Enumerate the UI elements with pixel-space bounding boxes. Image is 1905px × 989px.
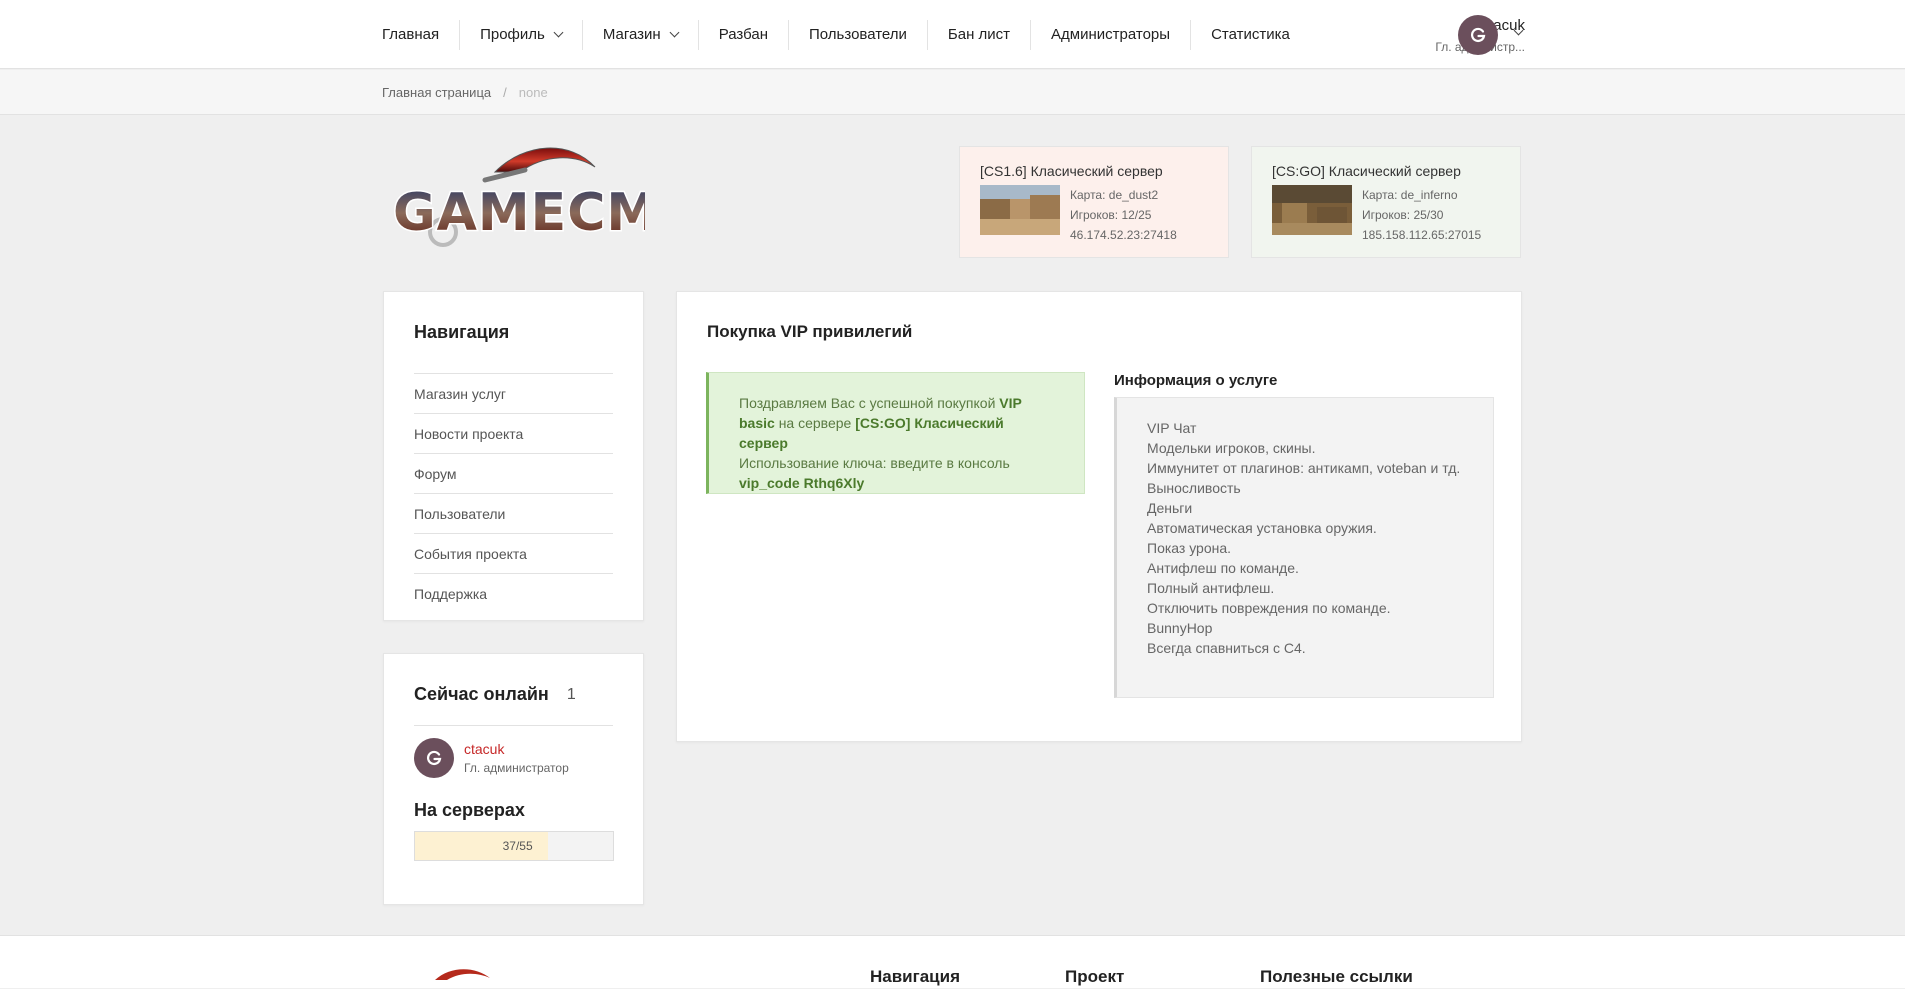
server-address[interactable]: 46.174.52.23:27418	[1070, 225, 1177, 245]
user-g-icon	[427, 750, 442, 766]
info-item: Полный антифлеш.	[1147, 580, 1275, 596]
breadcrumb-separator: /	[503, 85, 507, 100]
info-title: Информация о услуге	[1114, 372, 1278, 389]
breadcrumb-current: none	[518, 85, 548, 100]
nav-users-label: Пользователи	[809, 26, 907, 43]
nav-banlist[interactable]: Бан лист	[928, 19, 1032, 50]
sidebar-item-events[interactable]: События проекта	[414, 534, 613, 574]
breadcrumb-bar: Главная страница / none	[0, 70, 1905, 115]
nav-stats[interactable]: Статистика	[1191, 20, 1310, 50]
progress-text: 37/55	[502, 839, 533, 853]
sidebar-list: Магазин услуг Новости проекта Форум Поль…	[414, 373, 613, 614]
user-g-icon	[1471, 27, 1486, 43]
server-card-csgo[interactable]: [CS:GO] Класический сервер Карта: de_inf…	[1251, 146, 1521, 258]
nav-home-label: Главная	[382, 26, 440, 43]
avatar[interactable]	[1458, 15, 1498, 55]
sidebar-item-news[interactable]: Новости проекта	[414, 414, 613, 454]
online-count: 1	[566, 685, 576, 703]
online-title: Сейчас онлайн	[414, 684, 549, 704]
online-user-name[interactable]: ctacuk	[464, 741, 569, 757]
info-item: Всегда спавниться с С4.	[1147, 640, 1306, 656]
success-text-2: на сервере	[774, 415, 856, 431]
avatar[interactable]	[414, 738, 454, 778]
breadcrumb-home[interactable]: Главная страница	[382, 85, 491, 100]
top-navbar: Главная Профиль Магазин Разбан Пользоват…	[0, 0, 1905, 69]
info-item: VIP Чат	[1147, 420, 1197, 436]
servers-progress-bar: 37/55	[414, 831, 614, 861]
sidebar-navigation: Навигация Магазин услуг Новости проекта …	[383, 291, 644, 621]
nav-profile-label: Профиль	[480, 26, 545, 43]
site-logo[interactable]: GAMECMS	[385, 142, 645, 262]
online-user[interactable]: ctacuk Гл. администратор	[414, 738, 613, 778]
info-item: BunnyHop	[1147, 620, 1213, 636]
servers-title: На серверах	[414, 800, 525, 820]
nav-unban-label: Разбан	[718, 26, 768, 43]
footer-nav-title: Навигация	[870, 967, 960, 986]
map-thumbnail	[980, 185, 1060, 235]
server-players: Игроков: 12/25	[1070, 208, 1152, 222]
footer-logo[interactable]	[385, 966, 525, 989]
sidebar-item-shop[interactable]: Магазин услуг	[414, 374, 613, 414]
chevron-down-icon	[669, 27, 680, 38]
sidebar-item-support[interactable]: Поддержка	[414, 574, 613, 614]
nav-profile[interactable]: Профиль	[460, 19, 583, 50]
success-alert: Поздравляем Вас с успешной покупкой VIP …	[706, 372, 1085, 494]
nav-shop[interactable]: Магазин	[583, 19, 699, 50]
nav-users[interactable]: Пользователи	[789, 19, 928, 50]
page-title: Покупка VIP привилегий	[707, 322, 913, 341]
success-text-3: Использование ключа: введите в консоль	[739, 455, 1010, 471]
info-item: Автоматическая установка оружия.	[1147, 520, 1377, 536]
server-map: Карта: de_dust2	[1070, 188, 1159, 202]
info-item: Выносливость	[1147, 480, 1241, 496]
info-box: VIP Чат Модельки игроков, скины. Иммунит…	[1114, 397, 1494, 698]
nav-unban[interactable]: Разбан	[699, 19, 789, 50]
main-nav: Главная Профиль Магазин Разбан Пользоват…	[382, 0, 1310, 69]
nav-admins[interactable]: Администраторы	[1031, 19, 1192, 50]
info-item: Модельки игроков, скины.	[1147, 440, 1316, 456]
info-item: Показ урона.	[1147, 540, 1232, 556]
nav-shop-label: Магазин	[602, 26, 661, 43]
server-map: Карта: de_inferno	[1362, 188, 1458, 202]
info-item: Отключить повреждения по команде.	[1147, 600, 1391, 616]
online-user-role: Гл. администратор	[464, 761, 569, 775]
divider	[414, 725, 613, 726]
nav-banlist-label: Бан лист	[947, 26, 1011, 43]
info-item: Иммунитет от плагинов: антикамп, voteban…	[1147, 460, 1461, 476]
map-thumbnail	[1272, 185, 1352, 235]
logo-wordmark: GAMECMS	[393, 183, 645, 243]
server-title: [CS:GO] Класический сервер	[1272, 163, 1461, 179]
info-item: Антифлеш по команде.	[1147, 560, 1299, 576]
footer: Навигация Проект Полезные ссылки	[0, 935, 1905, 988]
success-text-1: Поздравляем Вас с успешной покупкой	[739, 395, 1000, 411]
sidebar-item-users[interactable]: Пользователи	[414, 494, 613, 534]
nav-admins-label: Администраторы	[1051, 26, 1171, 43]
success-key[interactable]: vip_code Rthq6Xly	[739, 475, 864, 491]
info-item: Деньги	[1147, 500, 1193, 516]
server-card-cs16[interactable]: [CS1.6] Класический сервер Карта: de_dus…	[959, 146, 1229, 258]
sidebar-item-forum[interactable]: Форум	[414, 454, 613, 494]
server-title: [CS1.6] Класический сервер	[980, 163, 1163, 179]
main-content: Покупка VIP привилегий Поздравляем Вас с…	[676, 291, 1522, 742]
nav-home[interactable]: Главная	[382, 19, 461, 50]
online-panel: Сейчас онлайн 1 ctacuk Гл. администратор…	[383, 653, 644, 905]
server-players: Игроков: 25/30	[1362, 208, 1444, 222]
footer-links-title: Полезные ссылки	[1260, 967, 1413, 986]
breadcrumb: Главная страница / none	[382, 85, 548, 100]
footer-project-title: Проект	[1065, 967, 1125, 986]
sidebar-title: Навигация	[414, 322, 510, 342]
nav-stats-label: Статистика	[1211, 26, 1290, 43]
server-address[interactable]: 185.158.112.65:27015	[1362, 225, 1481, 245]
chevron-down-icon	[553, 27, 564, 38]
